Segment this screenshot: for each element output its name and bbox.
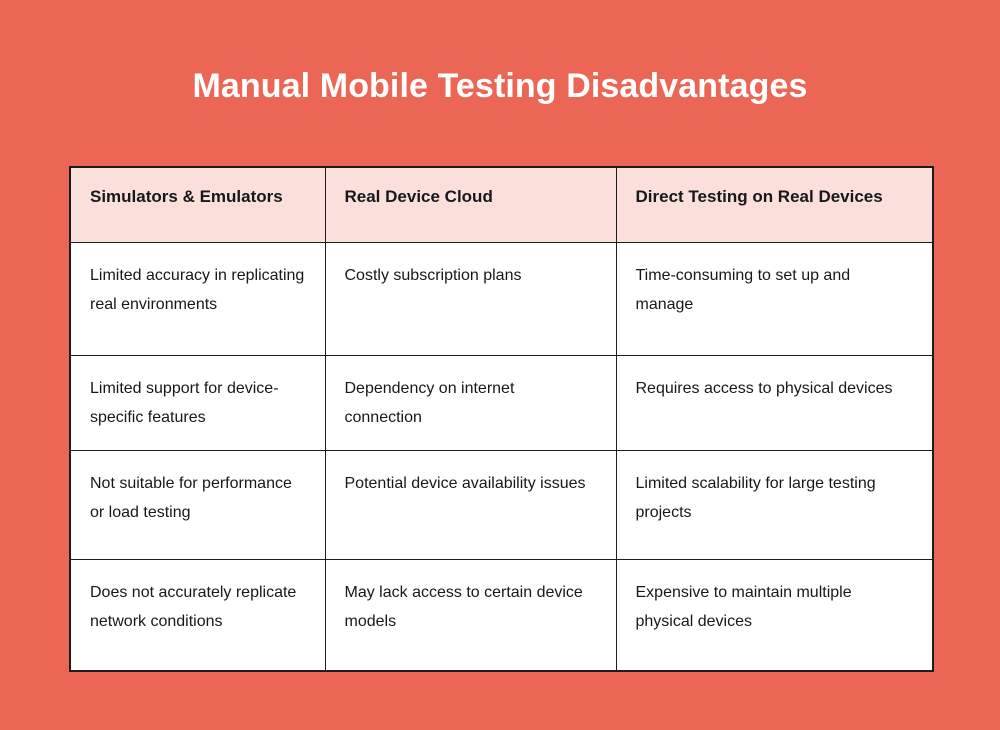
table-header: Simulators & Emulators Real Device Cloud… [69, 166, 934, 243]
table-cell: Limited support for device-specific feat… [69, 354, 326, 452]
table-cell: May lack access to certain device models [324, 559, 617, 672]
table-row: Limited support for device-specific feat… [69, 354, 934, 452]
column-header-real-device-cloud: Real Device Cloud [324, 166, 617, 243]
table-cell: Potential device availability issues [324, 450, 617, 561]
table-cell: Expensive to maintain multiple physical … [615, 559, 934, 672]
table-body: Limited accuracy in replicating real env… [69, 242, 934, 672]
table-cell: Costly subscription plans [324, 242, 617, 356]
column-header-direct-testing-real-devices: Direct Testing on Real Devices [615, 166, 934, 243]
page-title: Manual Mobile Testing Disadvantages [192, 67, 808, 105]
table-cell: Not suitable for performance or load tes… [69, 450, 326, 561]
table-row: Does not accurately replicate network co… [69, 559, 934, 672]
table-cell: Time-consuming to set up and manage [615, 242, 934, 356]
column-header-simulators-emulators: Simulators & Emulators [69, 166, 326, 243]
table-cell: Does not accurately replicate network co… [69, 559, 326, 672]
table-header-row: Simulators & Emulators Real Device Cloud… [69, 166, 934, 243]
table-cell: Requires access to physical devices [615, 354, 934, 452]
infographic-page: Manual Mobile Testing Disadvantages Simu… [0, 0, 1000, 730]
table-cell: Limited scalability for large testing pr… [615, 450, 934, 561]
table-row: Not suitable for performance or load tes… [69, 450, 934, 561]
table-cell: Dependency on internet connection [324, 354, 617, 452]
comparison-table: Simulators & Emulators Real Device Cloud… [69, 166, 934, 673]
table-row: Limited accuracy in replicating real env… [69, 242, 934, 356]
table-cell: Limited accuracy in replicating real env… [69, 242, 326, 356]
comparison-table-container: Simulators & Emulators Real Device Cloud… [69, 166, 934, 673]
